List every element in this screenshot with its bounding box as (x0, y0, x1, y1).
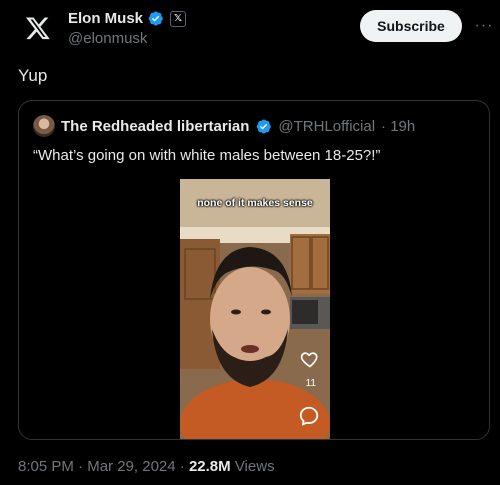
tweet-time[interactable]: 8:05 PM (18, 458, 74, 475)
more-icon[interactable]: ··· (474, 16, 494, 36)
video-caption: none of it makes sense (197, 197, 313, 209)
author-handle[interactable]: @elonmusk (68, 30, 147, 47)
like-count: 11 (305, 378, 316, 389)
heart-icon[interactable] (300, 349, 320, 369)
meta-separator: · (175, 458, 189, 475)
affiliation-badge-icon[interactable]: 𝕏 (170, 10, 187, 27)
x-logo-icon[interactable] (18, 8, 58, 48)
quote-time[interactable]: · 19h (381, 118, 415, 135)
tweet-date[interactable]: Mar 29, 2024 (87, 458, 175, 475)
verified-icon (148, 11, 163, 26)
quote-text: “What’s going on with white males betwee… (33, 147, 381, 164)
comment-icon[interactable] (298, 405, 320, 427)
views-label: Views (230, 458, 275, 475)
author-name-row[interactable]: Elon Musk 𝕏 (68, 10, 187, 27)
quote-author-handle: @TRHLofficial (278, 117, 376, 135)
tweet-header: Elon Musk 𝕏 @elonmusk Subscribe ··· (18, 8, 492, 48)
meta-separator: · (73, 458, 88, 475)
views-count[interactable]: 22.8M (189, 458, 231, 475)
quote-tweet-card[interactable]: The Redheaded libertarian @TRHLofficial … (18, 100, 490, 440)
video-frame (180, 179, 330, 439)
quote-video[interactable]: none of it makes sense 11 (180, 179, 330, 439)
tweet-meta: 8:05 PM · Mar 29, 2024 · 22.8M Views (18, 458, 275, 475)
quote-author-name[interactable]: The Redheaded libertarian (61, 118, 249, 135)
author-name[interactable]: Elon Musk (68, 10, 143, 27)
verified-icon (257, 119, 272, 134)
quote-header: The Redheaded libertarian @TRHLofficial … (33, 115, 415, 137)
subscribe-button[interactable]: Subscribe (360, 10, 462, 42)
tweet-text: Yup (18, 66, 48, 85)
quote-author-avatar[interactable] (33, 115, 55, 137)
